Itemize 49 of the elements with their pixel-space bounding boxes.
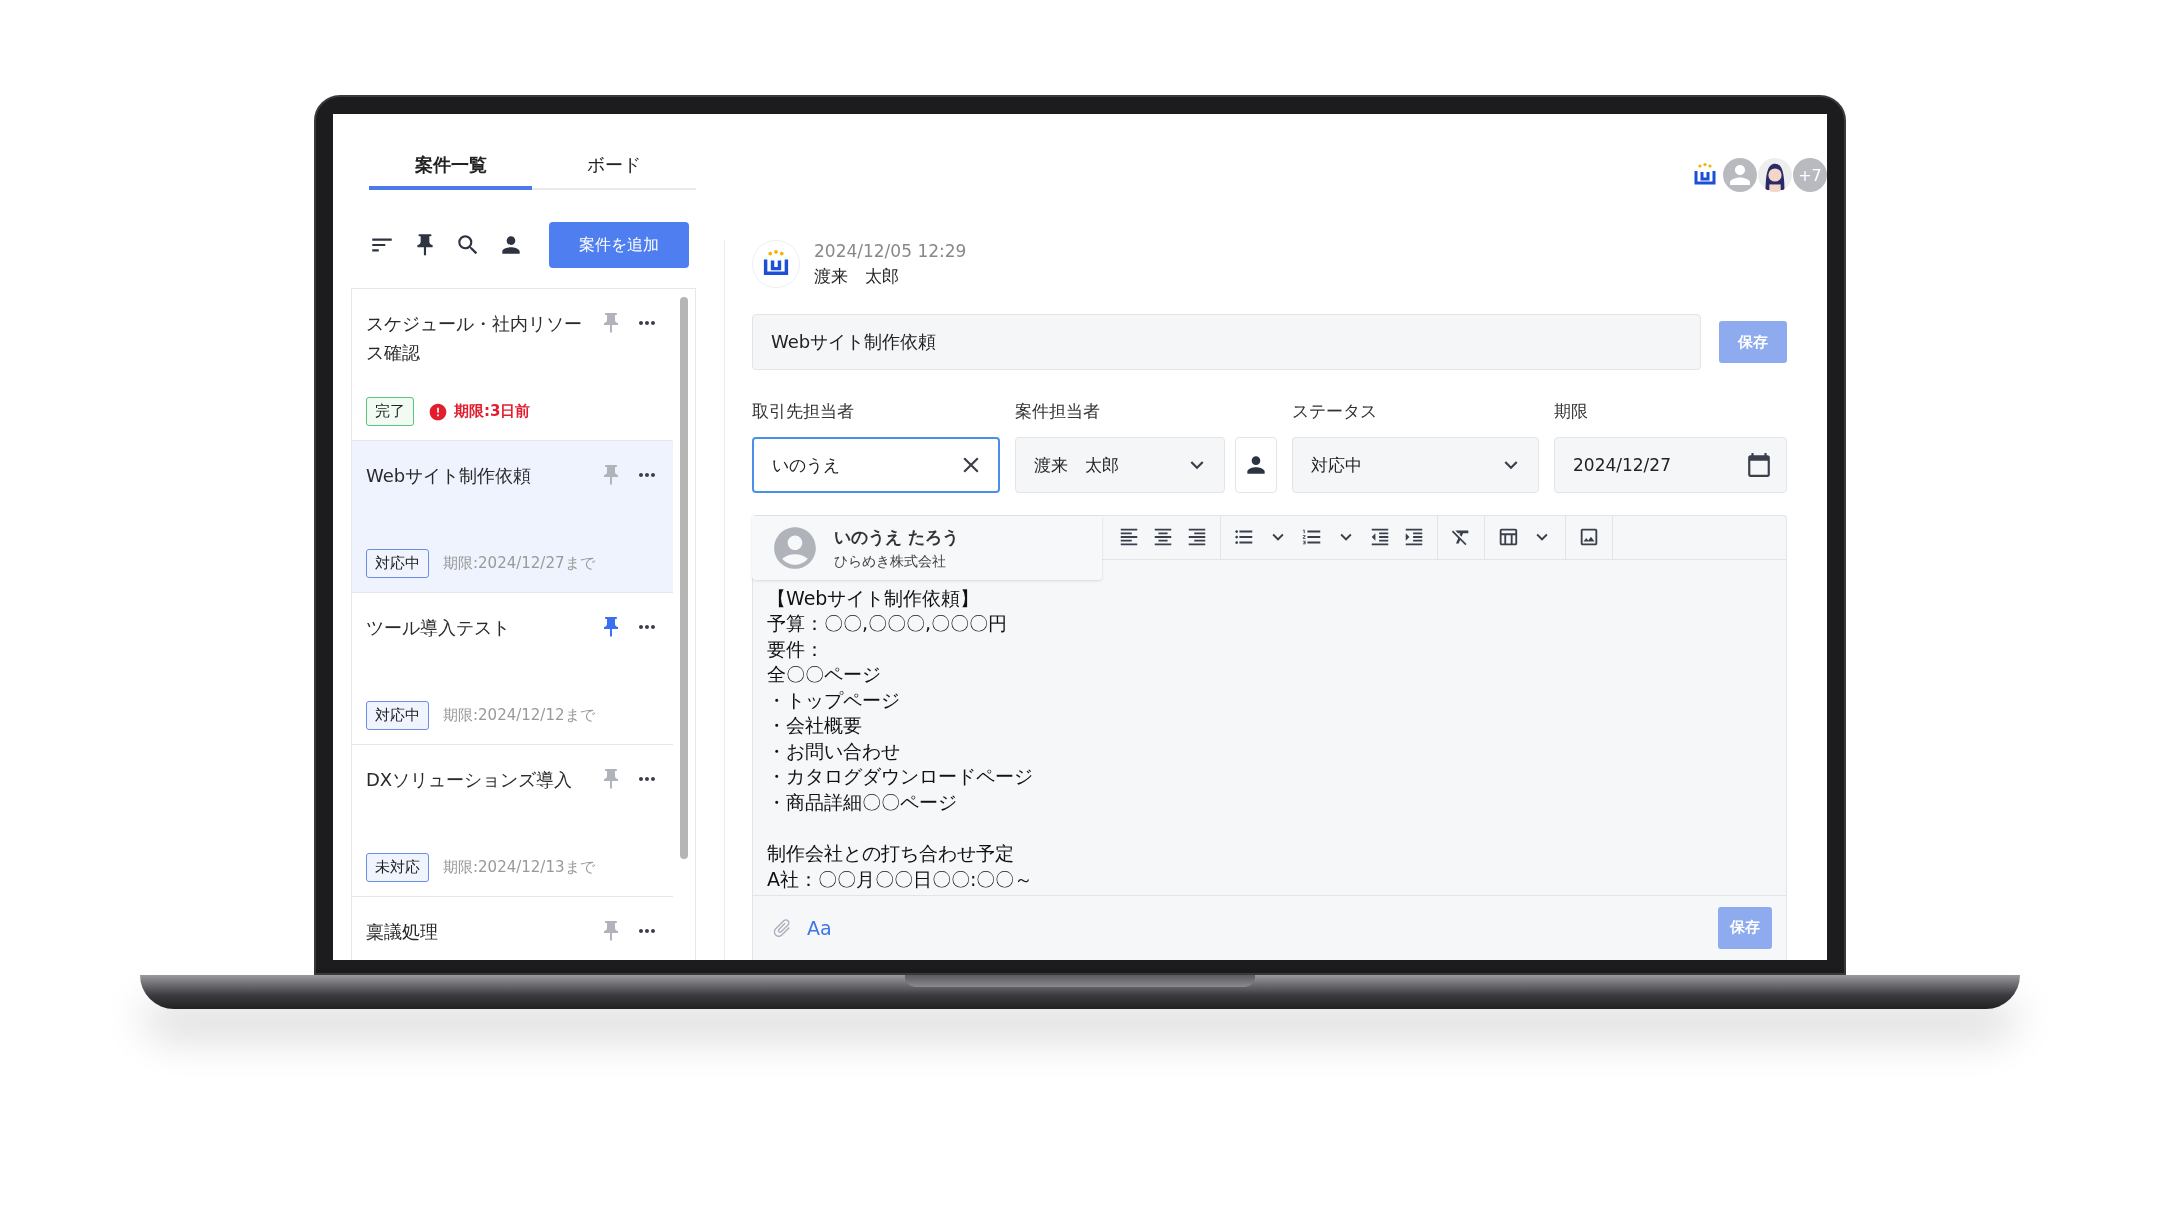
case-title: ツール導入テスト: [366, 616, 511, 640]
due-date: 期限:2024/12/27まで: [443, 554, 595, 573]
editor-line: 全〇〇ページ: [767, 662, 882, 688]
person-picker-button[interactable]: [1235, 437, 1277, 493]
field-label: 期限: [1554, 400, 1589, 423]
author-name: 渡来 太郎: [814, 264, 900, 288]
date-field[interactable]: 2024/12/27: [1554, 437, 1787, 493]
editor-line: 【Webサイト制作依頼】: [767, 586, 981, 611]
editor-line: 制作会社との打ち合わせ予定: [767, 841, 1015, 867]
logo-icon: [1692, 162, 1718, 188]
alert-icon: [428, 401, 448, 422]
member-avatar[interactable]: [1758, 158, 1792, 192]
editor-line: ・トップページ: [767, 688, 901, 713]
editor-line: ・商品詳細〇〇ページ: [767, 790, 958, 815]
created-date: 2024/12/05 12:29: [814, 240, 967, 261]
font-button[interactable]: Aa: [807, 917, 832, 939]
due-date: 期限:2024/12/12まで: [443, 706, 595, 725]
editor-line: A社：〇〇月〇〇日〇〇:〇〇～: [767, 867, 1035, 892]
case-title: Webサイト制作依頼: [366, 464, 533, 488]
search-field[interactable]: いのうえ: [752, 437, 1000, 493]
editor-line: ・お問い合わせ: [767, 739, 901, 764]
field-label: ステータス: [1292, 400, 1378, 423]
status-tag: 対応中: [366, 701, 429, 730]
case-title: スケジュール・社内リソース確認: [366, 312, 583, 365]
case-title: DXソリューションズ導入: [366, 768, 574, 792]
editor-line: 要件：: [767, 637, 825, 662]
due-date: 期限:2024/12/13まで: [443, 858, 595, 877]
due-date: 期限:3日前: [454, 402, 531, 421]
tab[interactable]: 案件一覧: [369, 144, 532, 190]
select-field[interactable]: 渡来 太郎: [1015, 437, 1225, 493]
field-label: 取引先担当者: [752, 400, 855, 423]
field-label: 案件担当者: [1015, 400, 1101, 423]
suggestion-name: いのうえ たろう: [834, 525, 959, 549]
scrollbar[interactable]: [680, 297, 688, 859]
title-field[interactable]: Webサイト制作依頼: [752, 314, 1701, 370]
editor-line: ・会社概要: [767, 713, 863, 739]
status-tag: 対応中: [366, 549, 429, 578]
tab[interactable]: ボード: [532, 144, 695, 190]
status-tag: 完了: [366, 397, 414, 426]
case-item[interactable]: Webサイト制作依頼 対応中 期限:2024/12/27まで: [352, 441, 673, 593]
add-case-button[interactable]: 案件を追加: [549, 222, 689, 268]
suggestion-company: ひらめき株式会社: [834, 552, 947, 571]
case-title: 稟議処理: [366, 920, 439, 944]
editor-line: 予算：〇〇,〇〇〇,〇〇〇円: [767, 611, 1009, 637]
select-field[interactable]: 対応中: [1292, 437, 1539, 493]
suggestion-item[interactable]: いのうえ たろう ひらめき株式会社: [752, 516, 1102, 580]
editor-line: ・カタログダウンロードページ: [767, 764, 1034, 790]
status-tag: 未対応: [366, 853, 429, 882]
calendar-icon[interactable]: [1746, 452, 1772, 478]
